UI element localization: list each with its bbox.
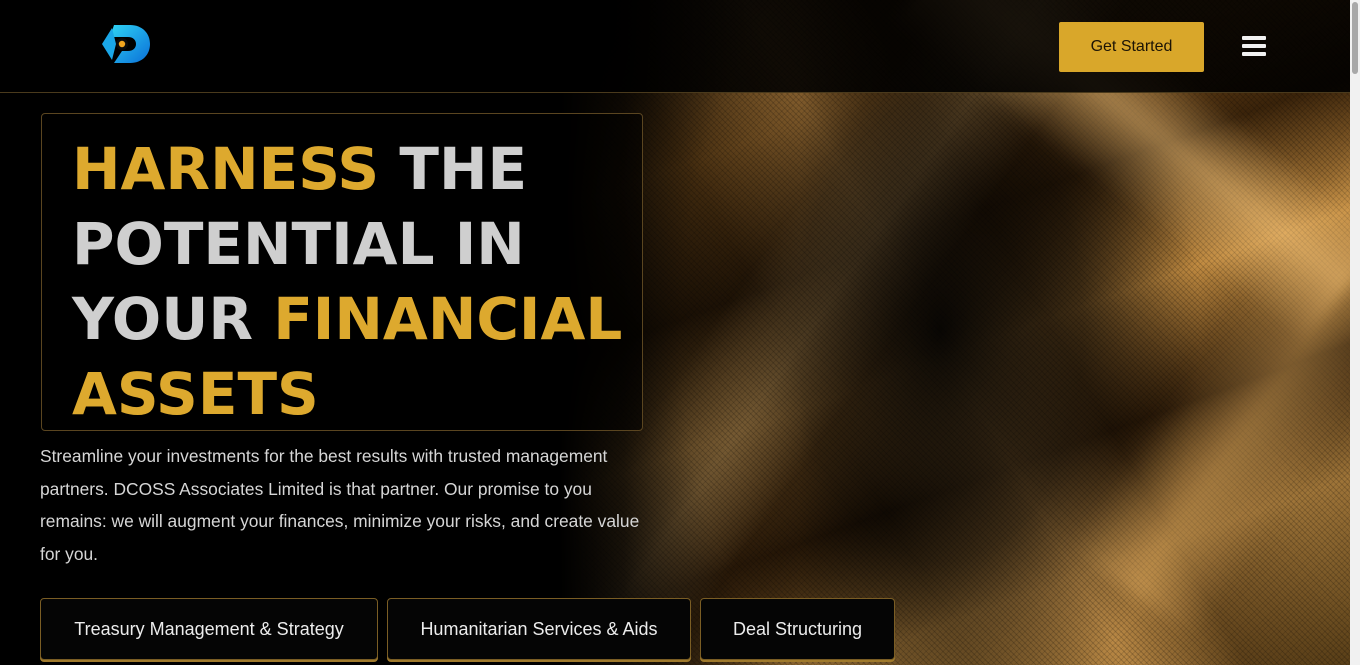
hero-title-word: THE xyxy=(379,135,528,203)
page: Get Started HARNESS THE POTENTIAL IN YOU… xyxy=(0,0,1360,665)
hero-description: Streamline your investments for the best… xyxy=(40,446,640,564)
hamburger-menu-icon[interactable] xyxy=(1242,36,1266,58)
get-started-button[interactable]: Get Started xyxy=(1059,22,1204,72)
hero-title-word: POTENTIAL IN xyxy=(72,210,525,278)
scrollbar-thumb[interactable] xyxy=(1352,2,1358,74)
hero-title: HARNESS THE POTENTIAL IN YOUR FINANCIAL … xyxy=(72,132,632,432)
page-scrollbar[interactable] xyxy=(1350,0,1360,665)
hero-title-word: HARNESS xyxy=(72,135,380,203)
service-deal-structuring-button[interactable]: Deal Structuring xyxy=(700,598,895,660)
hero-title-word: ASSETS xyxy=(72,360,319,428)
hero-title-word: YOUR xyxy=(72,285,274,353)
menu-bar xyxy=(1242,52,1266,56)
menu-bar xyxy=(1242,36,1266,40)
dcoss-d-logo-icon[interactable] xyxy=(100,22,152,66)
hero-title-word: FINANCIAL xyxy=(273,285,623,353)
service-humanitarian-button[interactable]: Humanitarian Services & Aids xyxy=(387,598,691,660)
site-header: Get Started xyxy=(0,0,1350,93)
menu-bar xyxy=(1242,44,1266,48)
service-treasury-management-button[interactable]: Treasury Management & Strategy xyxy=(40,598,378,660)
